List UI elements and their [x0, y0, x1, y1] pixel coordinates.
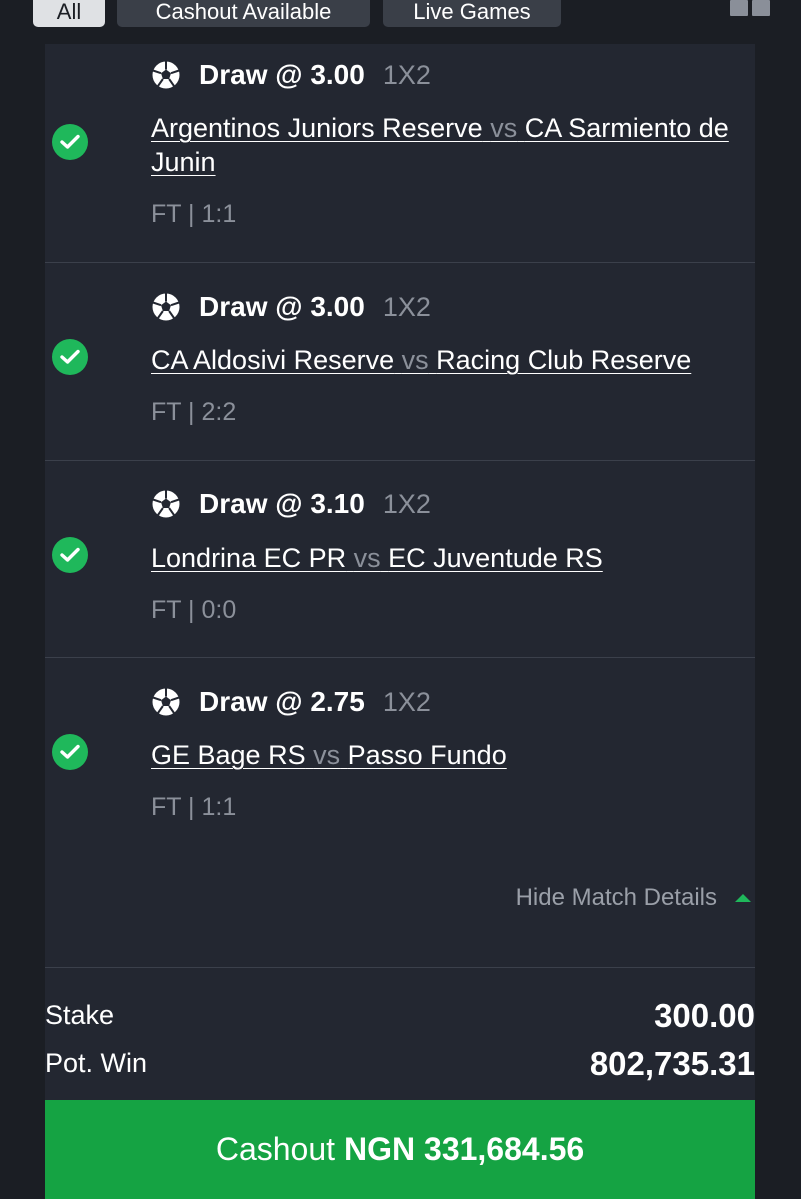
divider: [45, 967, 755, 968]
market-type: 1X2: [382, 59, 431, 90]
home-team: CA Aldosivi Reserve: [151, 345, 395, 375]
away-team: Racing Club Reserve: [436, 345, 692, 375]
pick-line: Draw @ 3.00 1X2: [151, 289, 431, 325]
pick-line: Draw @ 2.75 1X2: [151, 684, 431, 720]
vs-label: vs: [490, 113, 518, 143]
away-team: Passo Fundo: [347, 740, 507, 770]
cashout-amount: NGN 331,684.56: [344, 1131, 585, 1167]
check-circle-icon: [52, 124, 88, 160]
soccer-ball-icon: [152, 490, 180, 518]
bet-slip-card: Draw @ 3.00 1X2 Argentinos Juniors Reser…: [45, 44, 755, 1199]
market-type: 1X2: [382, 488, 431, 519]
divider: [45, 460, 755, 461]
caret-up-icon: [735, 894, 751, 902]
match-teams-link[interactable]: Londrina EC PR vs EC Juventude RS: [151, 541, 751, 575]
soccer-ball-icon: [152, 61, 180, 89]
vs-label: vs: [401, 345, 429, 375]
vs-label: vs: [353, 543, 381, 573]
tab-all[interactable]: All: [33, 0, 105, 27]
stake-value: 300.00: [654, 997, 755, 1034]
home-team: Londrina EC PR: [151, 543, 347, 573]
vs-label: vs: [313, 740, 341, 770]
market-type: 1X2: [382, 291, 431, 322]
layout-toggle-icon[interactable]: [730, 0, 772, 16]
pick-line: Draw @ 3.10 1X2: [151, 486, 431, 522]
pick-odds: Draw @ 3.00: [199, 291, 365, 322]
divider: [45, 262, 755, 263]
check-circle-icon: [52, 734, 88, 770]
pot-win-label: Pot. Win: [45, 1048, 148, 1078]
match-result: FT | 1:1: [151, 200, 237, 228]
market-type: 1X2: [382, 686, 431, 717]
home-team: GE Bage RS: [151, 740, 306, 770]
pick-odds: Draw @ 3.10: [199, 488, 365, 519]
pot-win-value: 802,735.31: [589, 1045, 755, 1082]
match-teams-link[interactable]: Argentinos Juniors Reserve vs CA Sarmien…: [151, 111, 751, 179]
divider: [45, 657, 755, 658]
away-team: EC Juventude RS: [388, 543, 603, 573]
match-teams-link[interactable]: GE Bage RS vs Passo Fundo: [151, 738, 751, 772]
soccer-ball-icon: [152, 293, 180, 321]
soccer-ball-icon: [152, 688, 180, 716]
check-circle-icon: [52, 537, 88, 573]
stake-label: Stake: [45, 1000, 115, 1030]
hide-match-details-toggle[interactable]: Hide Match Details: [516, 882, 755, 914]
match-teams-link[interactable]: CA Aldosivi Reserve vs Racing Club Reser…: [151, 343, 751, 377]
cashout-button[interactable]: Cashout NGN 331,684.56: [45, 1100, 755, 1199]
check-circle-icon: [52, 339, 88, 375]
match-result: FT | 1:1: [151, 793, 237, 821]
tab-live-games[interactable]: Live Games: [383, 0, 561, 27]
pick-odds: Draw @ 3.00: [199, 59, 365, 90]
home-team: Argentinos Juniors Reserve: [151, 113, 483, 143]
tab-cashout-available[interactable]: Cashout Available: [117, 0, 370, 27]
hide-match-details-label: Hide Match Details: [515, 884, 717, 911]
match-result: FT | 2:2: [151, 398, 237, 426]
match-result: FT | 0:0: [151, 596, 237, 624]
filter-tab-bar: All Cashout Available Live Games: [0, 0, 801, 44]
pick-line: Draw @ 3.00 1X2: [151, 57, 431, 93]
cashout-label: Cashout: [215, 1131, 336, 1167]
pick-odds: Draw @ 2.75: [199, 686, 365, 717]
